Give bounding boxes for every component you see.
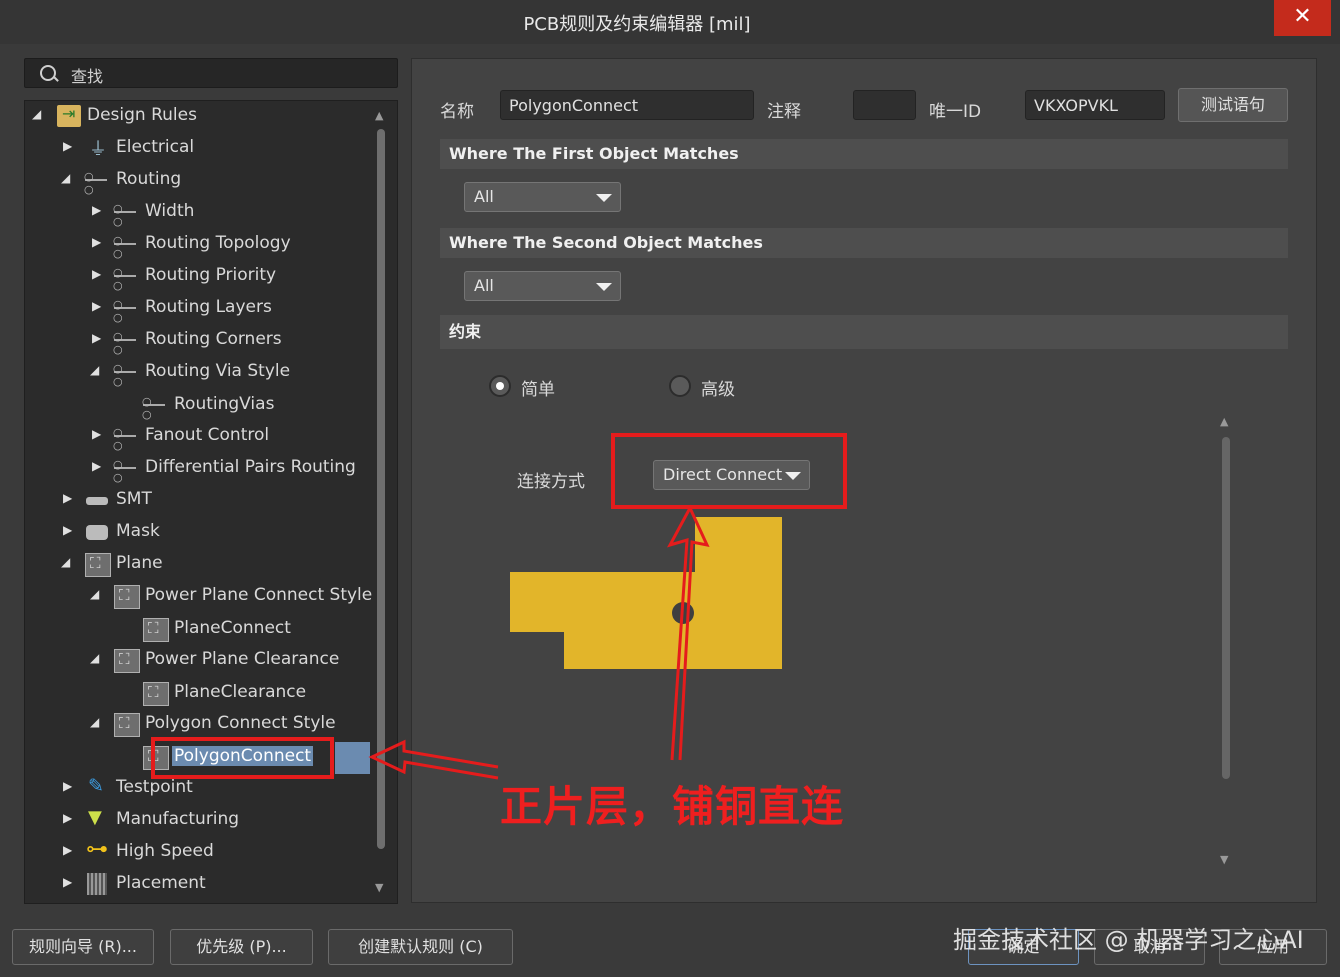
create-defaults-button[interactable]: 创建默认规则 (C) xyxy=(328,929,513,965)
rule-wizard-button[interactable]: 规则向导 (R)... xyxy=(12,929,154,965)
annotation-text: 正片层，铺铜直连 xyxy=(500,782,845,831)
arrow-to-connect-icon xyxy=(666,504,710,761)
priority-button[interactable]: 优先级 (P)... xyxy=(170,929,313,965)
arrow-to-tree-icon xyxy=(368,739,499,780)
watermark: 掘金技术社区 @ 机器学习之心AI xyxy=(953,926,1304,954)
